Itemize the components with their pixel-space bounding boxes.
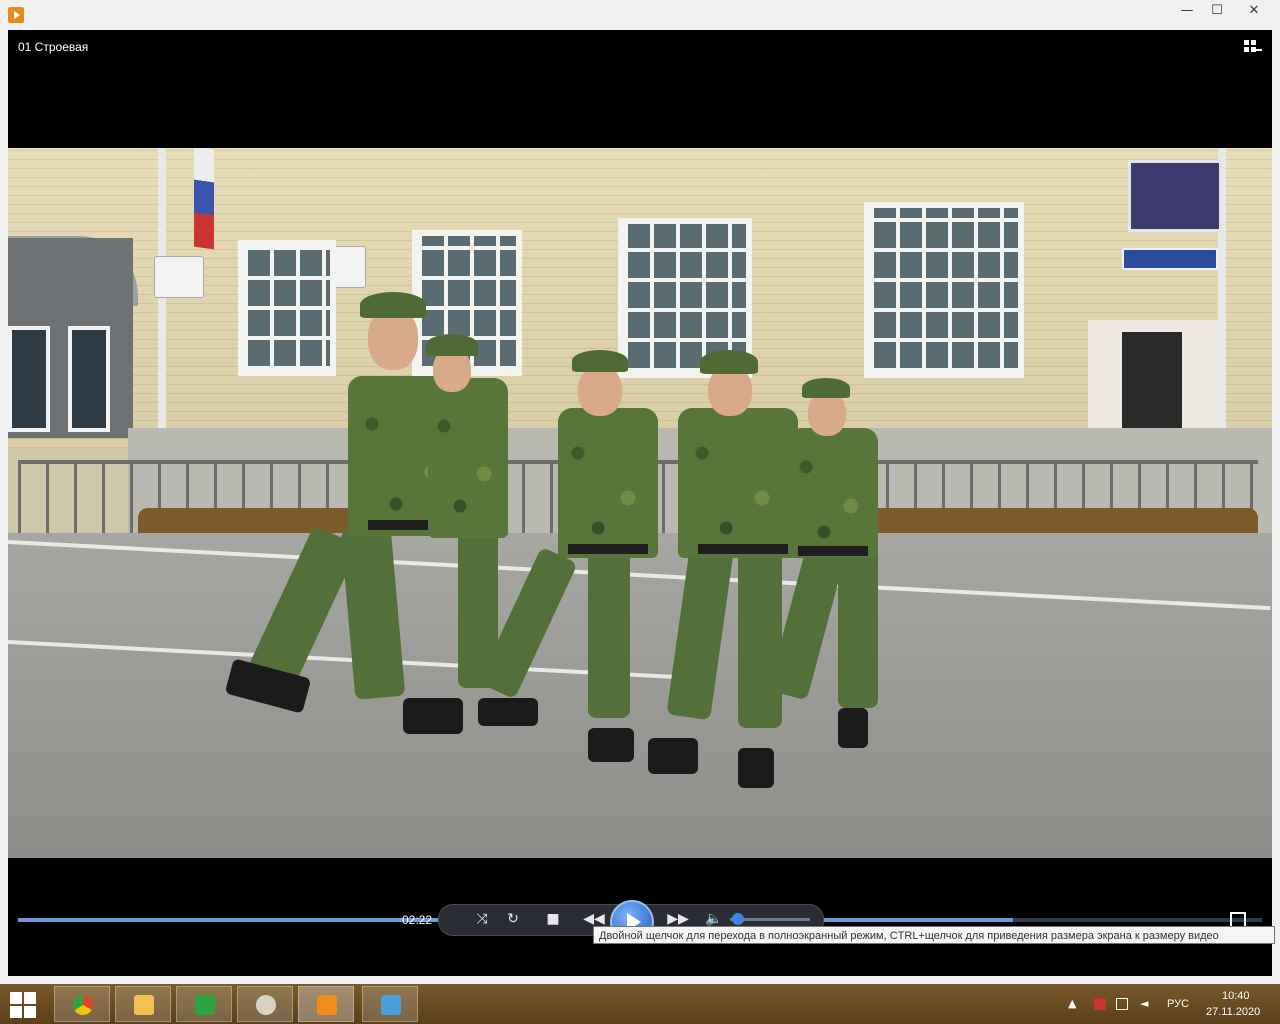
language-indicator[interactable]: РУС [1167,998,1189,1010]
media-player-icon [8,7,24,23]
road [8,533,1272,858]
switch-to-library-icon[interactable] [1244,40,1262,54]
air-conditioner [154,256,204,298]
window-border-right [1272,30,1280,980]
porch-window [8,326,50,432]
window-border-bottom [0,976,1280,984]
network-icon[interactable] [1116,998,1128,1010]
shuffle-button[interactable]: ⤨ [470,909,494,929]
taskbar: ▲ ◄ РУС 10:40 27.11.2020 [0,984,1280,1024]
building-window [238,240,336,376]
chrome-icon [73,995,93,1015]
close-button[interactable]: ✕ [1232,0,1276,22]
repeat-button[interactable]: ↻ [501,909,525,929]
paint-icon [256,995,276,1015]
volume-icon[interactable]: ◄ [1140,998,1152,1010]
clock-date[interactable]: 27.11.2020 [1206,1006,1260,1018]
show-hidden-icons-button[interactable]: ▲ [1068,998,1080,1010]
minimize-button[interactable]: — [1172,0,1202,22]
title-bar: — ☐ ✕ [0,0,1280,30]
taskbar-app-media-player[interactable] [298,986,354,1022]
video-frame[interactable] [8,148,1272,858]
taskbar-app-paint[interactable] [237,986,293,1022]
store-icon [195,995,215,1015]
taskbar-app-photo-viewer[interactable] [362,986,418,1022]
taskbar-app-explorer[interactable] [115,986,171,1022]
institution-plaque [1128,160,1222,232]
stop-button[interactable]: ■ [541,909,565,929]
street-sign [1122,248,1218,270]
window-border-left [0,30,8,980]
file-explorer-icon [134,995,154,1015]
tooltip: Двойной щелчок для перехода в полноэкран… [593,926,1275,944]
taskbar-app-store[interactable] [176,986,232,1022]
photo-viewer-icon [381,995,401,1015]
flag [194,148,214,250]
building-window [864,202,1024,378]
porch-window [68,326,110,432]
video-title: 01 Строевая [18,40,89,54]
start-button[interactable] [10,992,36,1018]
player-area[interactable]: 01 Строевая [8,30,1272,976]
elapsed-time: 02:22 [402,913,433,927]
volume-knob[interactable] [732,913,744,925]
memorial-plaque [1088,320,1218,440]
action-center-icon[interactable] [1094,998,1106,1010]
maximize-button[interactable]: ☐ [1202,0,1232,22]
taskbar-app-chrome[interactable] [54,986,110,1022]
clock-time[interactable]: 10:40 [1222,990,1250,1002]
media-player-icon [317,995,337,1015]
